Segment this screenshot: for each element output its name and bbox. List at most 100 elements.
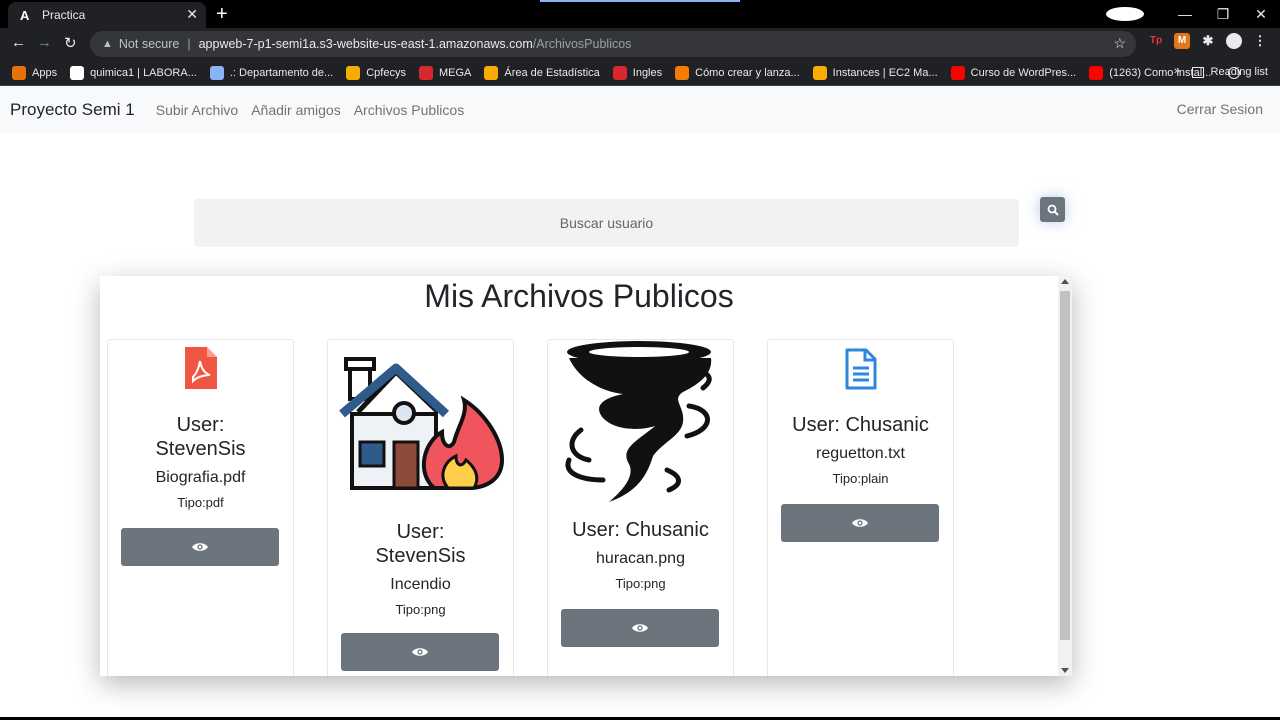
window-close-icon[interactable]: ✕ <box>1242 6 1280 23</box>
box-icon <box>675 65 690 80</box>
profile-avatar-icon[interactable] <box>1226 33 1242 49</box>
tornado-image <box>548 340 733 506</box>
tab-close-icon[interactable]: ✕ <box>186 6 198 23</box>
app-navbar: Proyecto Semi 1 Subir Archivo Añadir ami… <box>0 86 1280 133</box>
search-button[interactable] <box>1040 197 1065 222</box>
puzzle-extensions-icon[interactable]: ✱ <box>1200 33 1216 49</box>
bookmark-item[interactable]: .: Departamento de... <box>209 65 334 80</box>
card-user-label: User: <box>396 521 445 543</box>
tp-extension-icon[interactable]: Tp <box>1148 33 1164 49</box>
house-fire-image <box>328 356 513 490</box>
tab-favicon: A <box>20 7 30 23</box>
tab-title: Practica <box>42 8 86 22</box>
minimize-icon[interactable]: — <box>1166 6 1204 22</box>
bookmark-label: Ingles <box>632 66 663 79</box>
window-controls: — ❐ ✕ <box>1106 0 1280 28</box>
bookmark-label: .: Departamento de... <box>229 66 334 79</box>
tab-accent-line <box>540 0 740 2</box>
department-icon <box>209 65 224 80</box>
file-card: User: StevenSis Incendio Tipo:png <box>327 339 514 676</box>
bookmark-item[interactable]: Ingles <box>612 65 663 80</box>
eye-icon <box>632 624 648 632</box>
reading-list[interactable]: Reading list <box>1191 66 1268 78</box>
view-file-button[interactable] <box>121 528 279 566</box>
youtube-icon <box>950 65 965 80</box>
view-file-button[interactable] <box>341 633 499 671</box>
address-separator: | <box>187 37 191 51</box>
security-label: Not secure <box>118 37 180 51</box>
eye-icon <box>192 543 208 551</box>
forward-icon[interactable]: → <box>37 34 52 51</box>
scroll-down-icon[interactable] <box>1061 668 1069 673</box>
new-tab-icon[interactable]: + <box>216 3 228 26</box>
panel-scrollbar[interactable] <box>1058 276 1072 676</box>
card-user: User: StevenSis <box>108 413 293 461</box>
bookmark-item[interactable]: Cpfecys <box>346 65 406 80</box>
browser-tabstrip: A Practica ✕ + — ❐ ✕ <box>0 0 1280 28</box>
bookmark-label: MEGA <box>438 66 472 79</box>
card-file-name: huracan.png <box>596 550 685 567</box>
reading-list-icon <box>1191 66 1204 78</box>
eye-icon <box>852 519 868 527</box>
bookmark-item[interactable]: quimica1 | LABORA... <box>70 65 197 80</box>
eye-icon <box>412 648 428 656</box>
bookmarks-more-icon[interactable]: » <box>1174 65 1180 77</box>
address-bar[interactable]: ▲ Not secure | appweb-7-p1-semi1a.s3-web… <box>90 31 1136 57</box>
mega-icon <box>418 65 433 80</box>
scroll-up-icon[interactable] <box>1061 279 1069 284</box>
view-file-button[interactable] <box>781 504 939 542</box>
bookmark-item[interactable]: Curso de WordPres... <box>950 65 1077 80</box>
card-file-type: Tipo:png <box>395 602 446 617</box>
address-host: appweb-7-p1-semi1a.s3-website-us-east-1.… <box>198 37 533 51</box>
card-user-label: User: Chusanic <box>792 414 929 436</box>
bookmark-item[interactable]: Cómo crear y lanza... <box>675 65 800 80</box>
cpfecys-icon <box>346 65 361 80</box>
pdf-file-icon <box>108 347 293 389</box>
bookmark-item[interactable]: Instances | EC2 Ma... <box>812 65 938 80</box>
bookmark-item[interactable]: MEGA <box>418 65 472 80</box>
file-card: User: Chusanic huracan.png Tipo:png <box>547 339 734 676</box>
back-icon[interactable]: ← <box>11 34 26 51</box>
brand[interactable]: Proyecto Semi 1 <box>10 100 135 120</box>
card-file-type: Tipo:png <box>615 576 666 591</box>
apps-grid-icon <box>12 65 26 80</box>
reload-icon[interactable]: ↻ <box>64 34 77 52</box>
public-files-panel: Mis Archivos Publicos User: StevenSis Bi… <box>100 276 1072 676</box>
bookmark-label: Área de Estadística <box>504 66 600 79</box>
address-path: /ArchivosPublicos <box>532 37 632 51</box>
card-file-name: Incendio <box>390 576 451 593</box>
scroll-thumb[interactable] <box>1060 291 1070 640</box>
bookmark-label: Curso de WordPres... <box>970 66 1077 79</box>
card-file-name: reguetton.txt <box>816 445 905 462</box>
nav-link-archivos-publicos[interactable]: Archivos Publicos <box>354 102 465 118</box>
aws-icon <box>812 65 827 80</box>
search-input[interactable] <box>194 199 1019 247</box>
card-user-label: User: <box>176 414 225 436</box>
metamask-icon[interactable]: M <box>1174 33 1190 49</box>
card-user-name: StevenSis <box>155 438 246 460</box>
bookmark-label: Apps <box>32 66 58 79</box>
bookmark-label: Cómo crear y lanza... <box>695 66 800 79</box>
card-user-name: StevenSis <box>375 545 466 567</box>
card-user: User: Chusanic <box>768 413 953 437</box>
bookmark-label: Instances | EC2 Ma... <box>832 66 938 79</box>
nav-link-anadir-amigos[interactable]: Añadir amigos <box>251 102 341 118</box>
browser-tab[interactable]: A Practica ✕ <box>8 2 206 28</box>
card-file-name: Biografia.pdf <box>155 469 246 486</box>
extension-icons: Tp M ✱ ⋮ <box>1148 33 1268 49</box>
bookmark-item[interactable]: Apps <box>12 65 58 80</box>
browser-toolbar: ← → ↻ ▲ Not secure | appweb-7-p1-semi1a.… <box>0 28 1280 60</box>
bookmark-item[interactable]: Área de Estadística <box>484 65 600 80</box>
profile-download-icon[interactable] <box>1106 7 1144 21</box>
reading-list-label: Reading list <box>1210 66 1268 78</box>
card-user: User: Chusanic <box>548 518 733 542</box>
logout-link[interactable]: Cerrar Sesion <box>1177 101 1263 117</box>
search-icon <box>1047 204 1059 216</box>
view-file-button[interactable] <box>561 609 719 647</box>
nav-link-subir-archivo[interactable]: Subir Archivo <box>156 102 238 118</box>
card-user-label: User: Chusanic <box>572 519 709 541</box>
restore-icon[interactable]: ❐ <box>1204 6 1242 23</box>
browser-menu-icon[interactable]: ⋮ <box>1252 33 1268 49</box>
bookmark-star-icon[interactable]: ☆ <box>1113 35 1126 52</box>
warning-icon: ▲ <box>102 38 113 50</box>
